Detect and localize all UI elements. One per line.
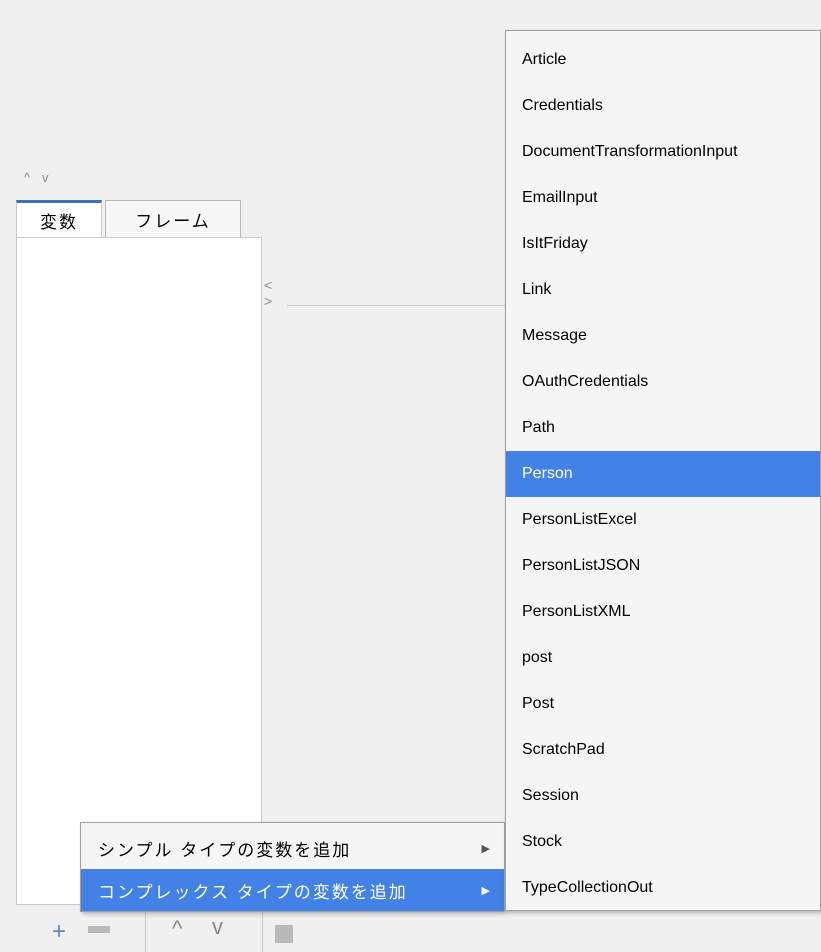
move-up-icon[interactable]: ^ [172,916,182,942]
submenu-item[interactable]: Message [506,313,820,359]
divider [287,305,507,306]
tab-frames[interactable]: フレーム [105,200,241,238]
submenu-item[interactable]: Path [506,405,820,451]
submenu-item[interactable]: OAuthCredentials [506,359,820,405]
submenu-item[interactable]: Stock [506,819,820,865]
menu-item-add-simple-variable[interactable]: シンプル タイプの変数を追加 ▶ [81,827,504,869]
chevron-right-icon[interactable]: > [264,293,284,309]
menu-item-add-complex-variable[interactable]: コンプレックス タイプの変数を追加 ▶ [81,869,504,911]
chevron-left-icon[interactable]: < [264,277,284,293]
submenu-item[interactable]: Post [506,681,820,727]
submenu-item[interactable]: Credentials [506,83,820,129]
toolbar-separator [262,912,263,952]
menu-item-label: シンプル タイプの変数を追加 [98,840,352,860]
collapse-arrows[interactable]: ^ v [24,170,74,190]
submenu-item[interactable]: Session [506,773,820,819]
toolbar-separator [145,912,146,952]
complex-type-submenu: Article Credentials DocumentTransformati… [505,30,821,911]
submenu-item-selected[interactable]: Person [506,451,820,497]
submenu-item[interactable]: DocumentTransformationInput [506,129,820,175]
submenu-item[interactable]: ScratchPad [506,727,820,773]
tab-variables[interactable]: 変数 [16,200,102,238]
remove-icon[interactable] [88,926,110,933]
chevron-up-icon[interactable]: ^ [24,170,30,185]
context-menu: シンプル タイプの変数を追加 ▶ コンプレックス タイプの変数を追加 ▶ [80,822,505,912]
submenu-item[interactable]: TypeCollectionOut [506,865,820,911]
bottom-toolbar [0,912,505,952]
submenu-item[interactable]: Link [506,267,820,313]
add-icon[interactable]: + [52,920,66,944]
submenu-item[interactable]: Article [506,37,820,83]
menu-item-label: コンプレックス タイプの変数を追加 [98,882,408,902]
move-down-icon[interactable]: v [212,914,223,940]
submenu-arrow-icon: ▶ [481,884,492,897]
submenu-item[interactable]: PersonListXML [506,589,820,635]
submenu-arrow-icon: ▶ [481,842,492,855]
chevron-down-icon[interactable]: v [42,170,49,185]
submenu-item[interactable]: IsItFriday [506,221,820,267]
submenu-item[interactable]: post [506,635,820,681]
variables-list[interactable] [16,237,262,905]
submenu-item[interactable]: PersonListJSON [506,543,820,589]
splitter-handle[interactable]: < > [264,277,284,322]
submenu-item[interactable]: EmailInput [506,175,820,221]
properties-icon[interactable] [275,925,293,943]
submenu-item[interactable]: PersonListExcel [506,497,820,543]
